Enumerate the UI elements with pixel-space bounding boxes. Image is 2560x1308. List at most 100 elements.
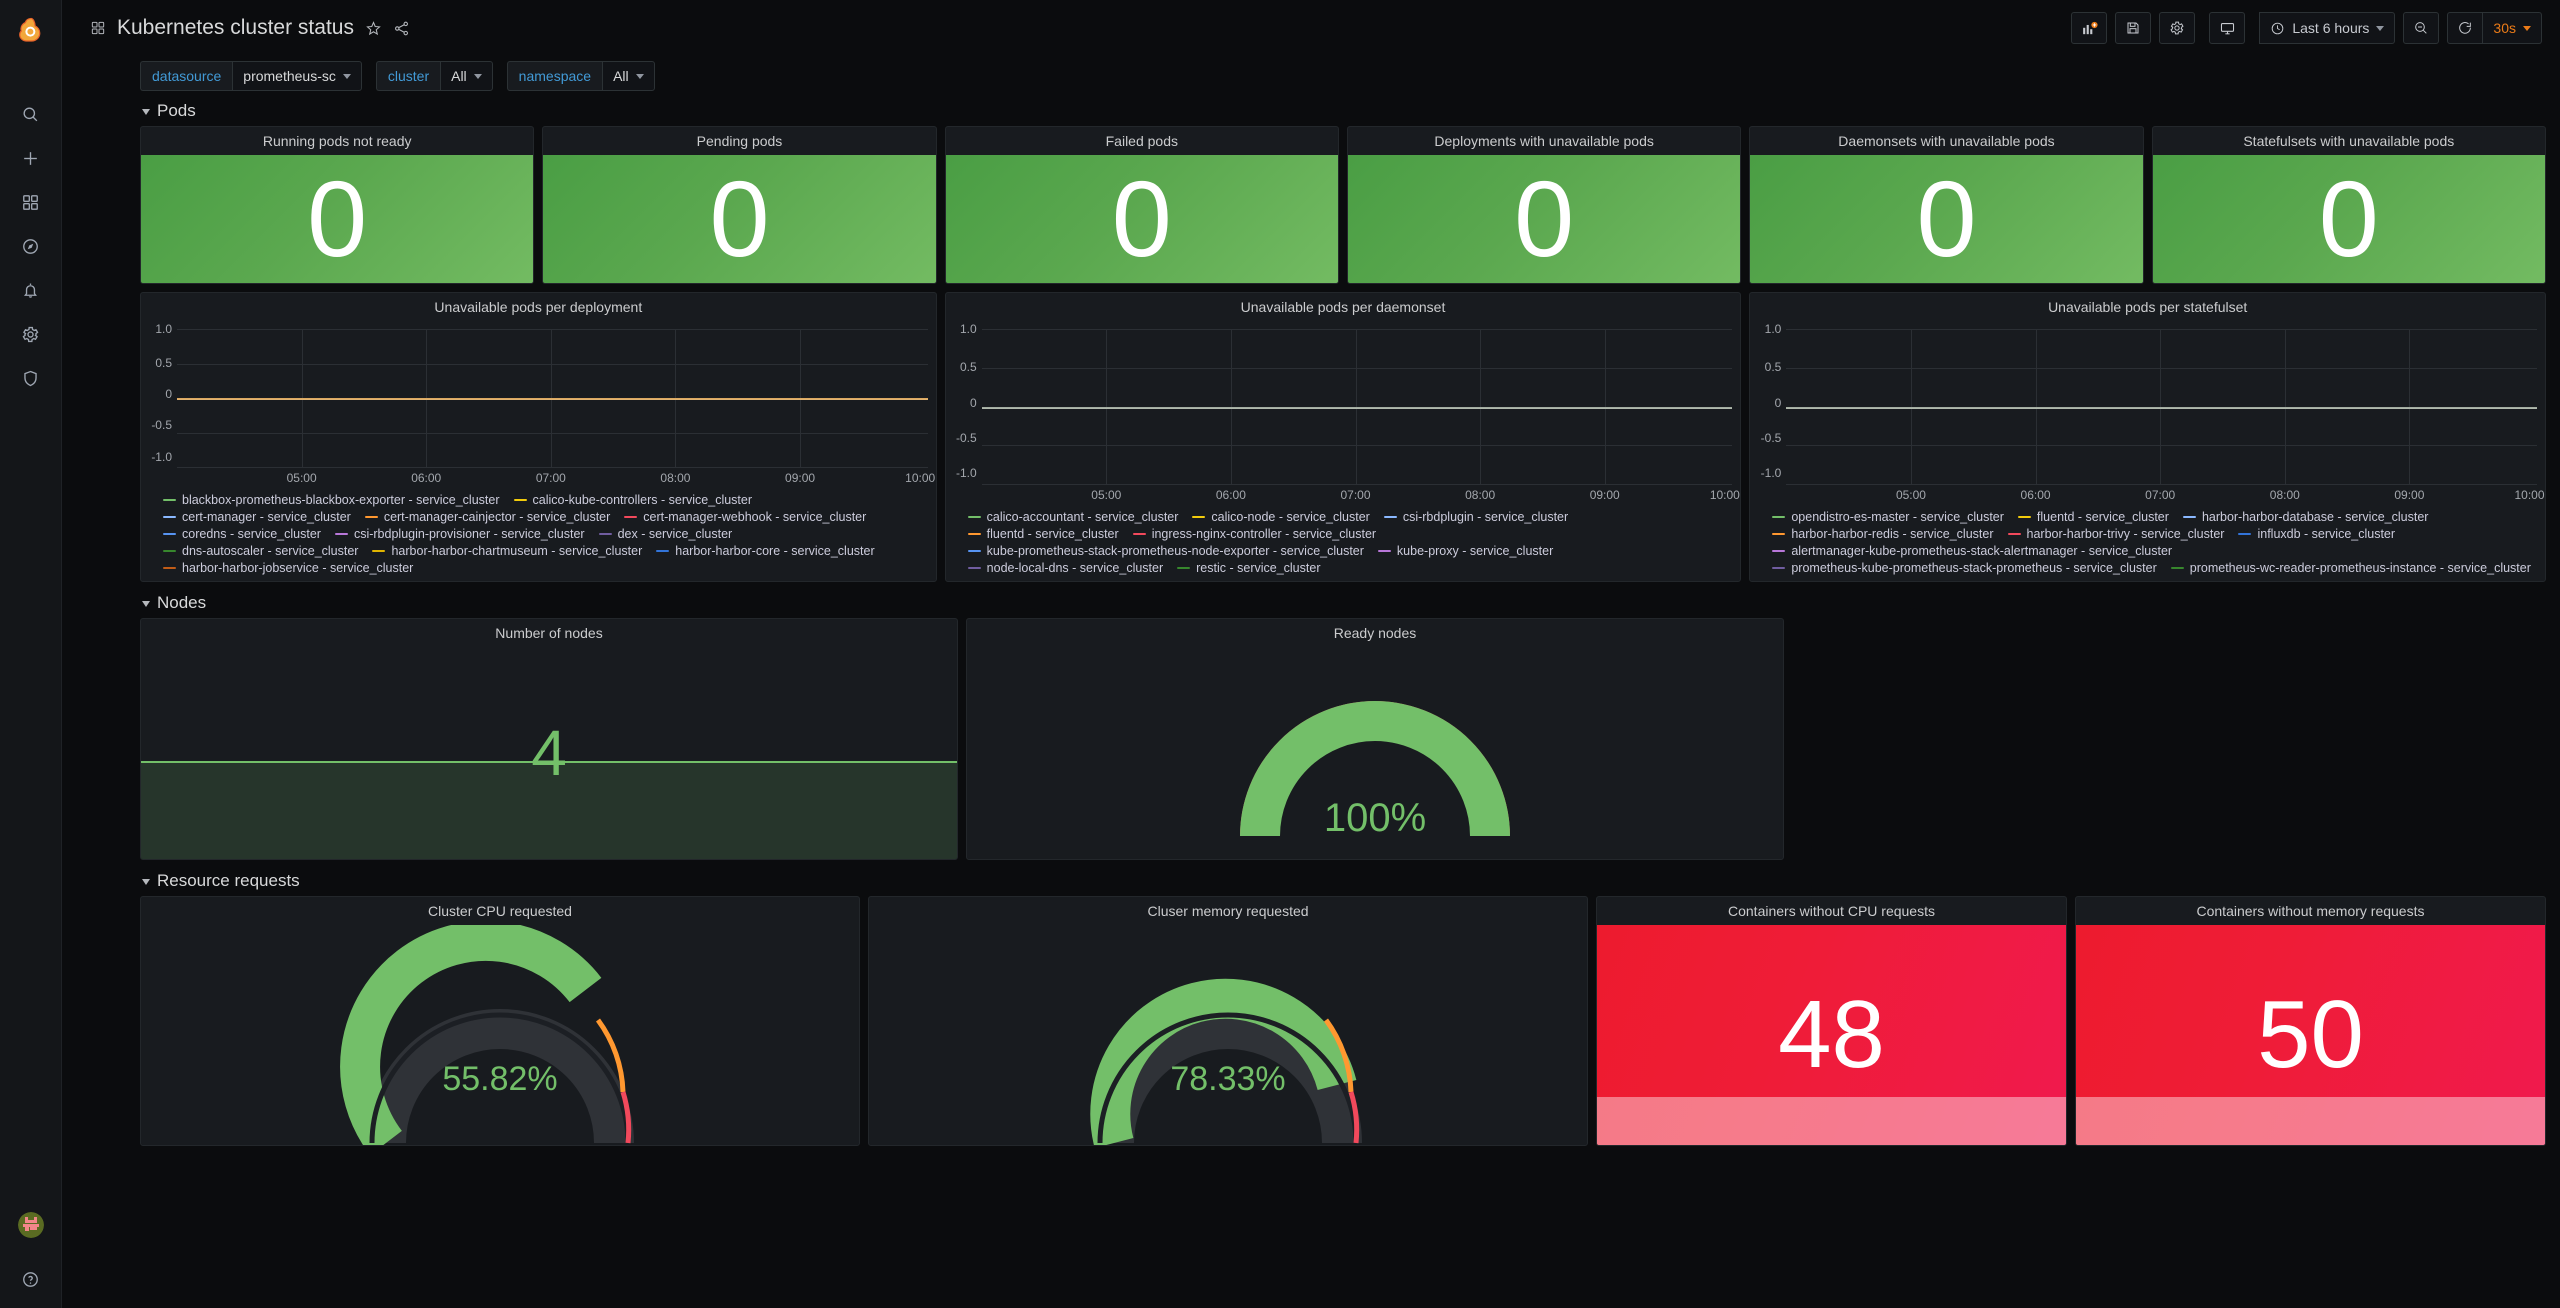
legend-label: dns-autoscaler - service_cluster (182, 544, 359, 558)
legend-item[interactable]: harbor-harbor-database - service_cluster (2182, 510, 2428, 524)
legend-item[interactable]: prometheus-wc-reader-prometheus-instance… (2170, 561, 2531, 575)
legend-item[interactable]: alertmanager-kube-prometheus-stack-alert… (1772, 544, 2172, 558)
section-title: Nodes (157, 593, 207, 612)
chevron-down-icon (142, 601, 150, 607)
panel-title: Failed pods (1105, 133, 1179, 149)
panel-cluster-memory-requested[interactable]: Cluser memory requested 78.33% (868, 896, 1588, 1146)
section-header-resource-requests[interactable]: Resource requests (140, 866, 2546, 896)
panel-ready-nodes[interactable]: Ready nodes 100% (966, 618, 1784, 860)
cycle-view-mode-icon[interactable] (2209, 12, 2246, 44)
legend-item[interactable]: opendistro-es-master - service_cluster (1772, 510, 2004, 524)
legend-item[interactable]: csi-rbdplugin - service_cluster (1383, 510, 1568, 524)
refresh-interval-picker[interactable]: 30s (2483, 12, 2542, 44)
panel-deployments-unavailable[interactable]: Deployments with unavailable pods 0 (1346, 126, 1742, 284)
legend-item[interactable]: harbor-harbor-trivy - service_cluster (2007, 527, 2224, 541)
legend-item[interactable]: calico-node - service_cluster (1192, 510, 1370, 524)
legend-item[interactable]: cert-manager-cainjector - service_cluste… (364, 510, 611, 524)
variable-value: All (451, 68, 467, 84)
explore-compass-icon[interactable] (0, 224, 62, 268)
panel-statefulsets-unavailable[interactable]: Statefulsets with unavailable pods 0 (2151, 126, 2546, 284)
grafana-logo-icon[interactable] (0, 0, 62, 62)
legend-item[interactable]: harbor-harbor-chartmuseum - service_clus… (372, 544, 642, 558)
legend-item[interactable]: kube-prometheus-stack-prometheus-node-ex… (967, 544, 1364, 558)
time-range-picker[interactable]: Last 6 hours (2259, 12, 2396, 44)
help-question-icon[interactable] (0, 1264, 62, 1294)
panel-unavailable-pods-per-deployment[interactable]: Unavailable pods per deployment 1.0 0.5 … (140, 292, 937, 582)
zoom-out-icon[interactable] (2403, 12, 2440, 44)
sidebar-nav (0, 92, 62, 400)
legend-item[interactable]: dns-autoscaler - service_cluster (163, 544, 358, 558)
legend-item[interactable]: kube-proxy - service_cluster (1377, 544, 1553, 558)
variable-value-dropdown[interactable]: All (440, 61, 493, 91)
legend-item[interactable]: dex - service_cluster (598, 527, 732, 541)
panel-daemonsets-unavailable[interactable]: Daemonsets with unavailable pods 0 (1749, 126, 2144, 284)
y-tick: 1.0 (155, 322, 172, 336)
legend-color-swatch (364, 515, 378, 519)
plus-icon[interactable] (0, 136, 62, 180)
panel-containers-without-memory-requests[interactable]: Containers without memory requests 50 (2075, 896, 2546, 1146)
section-header-pods[interactable]: Pods (140, 96, 2546, 126)
refresh-icon[interactable] (2447, 12, 2484, 44)
legend-item[interactable]: harbor-harbor-jobservice - service_clust… (163, 561, 413, 575)
add-panel-icon[interactable] (2071, 12, 2108, 44)
panel-unavailable-pods-per-statefulset[interactable]: Unavailable pods per statefulset 1.0 0.5… (1749, 292, 2547, 582)
legend-item[interactable]: csi-rbdplugin-provisioner - service_clus… (334, 527, 585, 541)
x-tick: 08:00 (1465, 488, 1496, 502)
legend-item[interactable]: coredns - service_cluster (163, 527, 321, 541)
legend-item[interactable]: cert-manager - service_cluster (163, 510, 351, 524)
panel-cluster-cpu-requested[interactable]: Cluster CPU requested 55.82% (140, 896, 860, 1146)
legend-color-swatch (163, 532, 176, 536)
series-line (1786, 406, 2538, 409)
time-controls: Last 6 hours (2259, 12, 2396, 44)
legend-item[interactable]: restic - service_cluster (1177, 561, 1320, 575)
legend-item[interactable]: ingress-nginx-controller - service_clust… (1132, 527, 1376, 541)
legend-item[interactable]: calico-kube-controllers - service_cluste… (513, 493, 752, 507)
legend-item[interactable]: harbor-harbor-core - service_cluster (656, 544, 875, 558)
legend-label: harbor-harbor-chartmuseum - service_clus… (391, 544, 643, 558)
alert-bell-icon[interactable] (0, 268, 62, 312)
variable-value-dropdown[interactable]: All (602, 61, 655, 91)
legend-item[interactable]: fluentd - service_cluster (2017, 510, 2169, 524)
section-header-nodes[interactable]: Nodes (140, 588, 2546, 618)
variable-value-dropdown[interactable]: prometheus-sc (232, 61, 362, 91)
search-icon[interactable] (0, 92, 62, 136)
legend-item[interactable]: harbor-harbor-redis - service_cluster (1772, 527, 1994, 541)
share-icon[interactable] (393, 20, 410, 37)
legend-item[interactable]: node-local-dns - service_cluster (967, 561, 1163, 575)
stat-value: 4 (531, 717, 567, 789)
legend-item[interactable]: prometheus-kube-prometheus-stack-prometh… (1772, 561, 2157, 575)
user-avatar[interactable] (17, 1212, 44, 1238)
x-axis: 05:00 06:00 07:00 08:00 09:00 10:00 (982, 486, 1740, 506)
panel-pending-pods[interactable]: Pending pods 0 (542, 126, 937, 284)
legend-color-swatch (163, 549, 176, 553)
dashboard-settings-gear-icon[interactable] (2159, 12, 2196, 44)
panel-number-of-nodes[interactable]: Number of nodes 4 (140, 618, 958, 860)
pods-timeseries-row: Unavailable pods per deployment 1.0 0.5 … (140, 292, 2547, 582)
legend-item[interactable]: fluentd - service_cluster (967, 527, 1119, 541)
y-axis: 1.0 0.5 0 -0.5 -1.0 (1750, 321, 1784, 484)
configuration-gear-icon[interactable] (0, 312, 62, 356)
panel-unavailable-pods-per-daemonset[interactable]: Unavailable pods per daemonset 1.0 0.5 0… (944, 292, 1742, 582)
legend-item[interactable]: influxdb - service_cluster (2238, 527, 2395, 541)
panel-containers-without-cpu-requests[interactable]: Containers without CPU requests 48 (1596, 896, 2067, 1146)
gauge: 78.33% (869, 925, 1587, 1145)
shield-admin-icon[interactable] (0, 356, 62, 400)
star-icon[interactable] (365, 20, 382, 37)
save-dashboard-icon[interactable] (2115, 12, 2152, 44)
legend-item[interactable]: calico-accountant - service_cluster (967, 510, 1178, 524)
x-tick: 07:00 (535, 471, 566, 485)
legend-item[interactable]: cert-manager-webhook - service_cluster (624, 510, 866, 524)
legend-color-swatch (967, 532, 981, 536)
sparkline-area (2076, 1096, 2545, 1145)
legend-color-swatch (163, 498, 176, 502)
legend-color-swatch (2170, 566, 2184, 570)
y-tick: -0.5 (151, 418, 172, 433)
panel-running-pods-not-ready[interactable]: Running pods not ready 0 (140, 126, 535, 284)
dashboards-grid-icon[interactable] (0, 180, 62, 224)
panel-failed-pods[interactable]: Failed pods 0 (944, 126, 1339, 284)
legend-item[interactable]: blackbox-prometheus-blackbox-exporter - … (163, 493, 500, 507)
legend-label: cert-manager-cainjector - service_cluste… (383, 510, 611, 524)
legend-color-swatch (1772, 549, 1786, 553)
legend-color-swatch (656, 549, 670, 553)
refresh-controls: 30s (2447, 12, 2542, 44)
